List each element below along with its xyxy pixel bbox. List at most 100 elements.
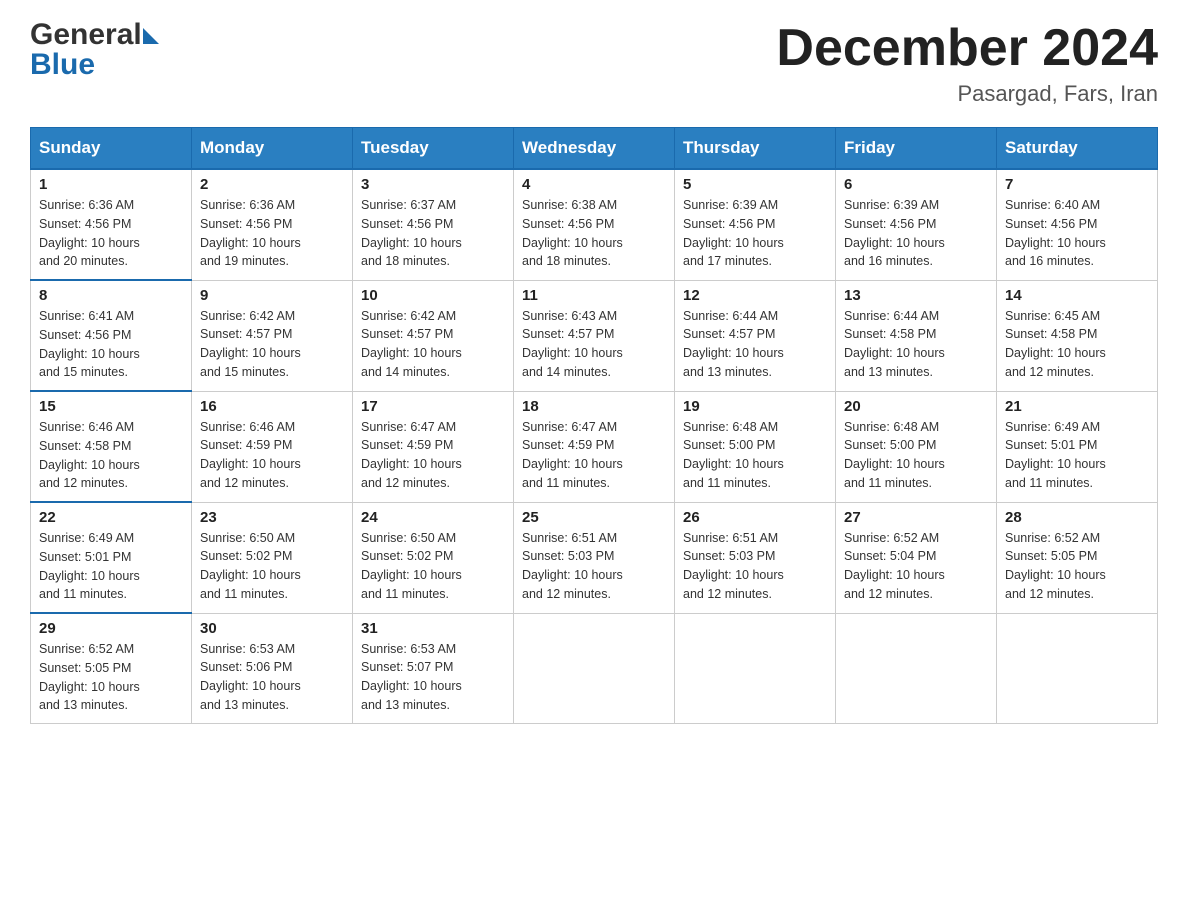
calendar-day-16: 16Sunrise: 6:46 AMSunset: 4:59 PMDayligh… [192, 391, 353, 502]
calendar-day-26: 26 Sunrise: 6:51 AMSunset: 5:03 PMDayligh… [675, 502, 836, 613]
calendar-day-7: 7 Sunrise: 6:40 AMSunset: 4:56 PMDaylight… [997, 169, 1158, 280]
day-number: 29 [39, 620, 183, 637]
day-number: 24 [361, 509, 505, 526]
calendar-day-8: 8Sunrise: 6:41 AMSunset: 4:56 PMDaylight… [31, 280, 192, 391]
calendar-day-6: 6Sunrise: 6:39 AMSunset: 4:56 PMDaylight… [836, 169, 997, 280]
month-title: December 2024 [776, 20, 1158, 77]
calendar-day-30: 30Sunrise: 6:53 AMSunset: 5:06 PMDayligh… [192, 613, 353, 724]
day-info: Sunrise: 6:49 AMSunset: 5:01 PMDaylight:… [39, 529, 183, 604]
calendar-table: SundayMondayTuesdayWednesdayThursdayFrid… [30, 127, 1158, 724]
logo-line1: General [30, 20, 159, 50]
calendar-week-row: 8Sunrise: 6:41 AMSunset: 4:56 PMDaylight… [31, 280, 1158, 391]
day-info: Sunrise: 6:37 AMSunset: 4:56 PMDaylight:… [361, 196, 505, 271]
day-number: 22 [39, 509, 183, 526]
day-info: Sunrise: 6:42 AMSunset: 4:57 PMDaylight:… [361, 307, 505, 382]
logo-blue-text: Blue [30, 50, 159, 80]
logo-general-text: General [30, 20, 142, 50]
day-info: Sunrise: 6:50 AMSunset: 5:02 PMDaylight:… [200, 529, 344, 604]
day-number: 13 [844, 287, 988, 304]
day-info: Sunrise: 6:49 AMSunset: 5:01 PMDaylight:… [1005, 418, 1149, 493]
calendar-day-25: 25 Sunrise: 6:51 AMSunset: 5:03 PMDayligh… [514, 502, 675, 613]
day-number: 25 [522, 509, 666, 526]
calendar-day-19: 19 Sunrise: 6:48 AMSunset: 5:00 PMDayligh… [675, 391, 836, 502]
day-info: Sunrise: 6:43 AMSunset: 4:57 PMDaylight:… [522, 307, 666, 382]
day-info: Sunrise: 6:46 AMSunset: 4:58 PMDaylight:… [39, 418, 183, 493]
day-info: Sunrise: 6:48 AMSunset: 5:00 PMDaylight:… [683, 418, 827, 493]
calendar-header-friday: Friday [836, 128, 997, 170]
calendar-day-4: 4Sunrise: 6:38 AMSunset: 4:56 PMDaylight… [514, 169, 675, 280]
day-info: Sunrise: 6:45 AMSunset: 4:58 PMDaylight:… [1005, 307, 1149, 382]
day-info: Sunrise: 6:36 AMSunset: 4:56 PMDaylight:… [200, 196, 344, 271]
day-number: 6 [844, 176, 988, 193]
calendar-day-22: 22 Sunrise: 6:49 AMSunset: 5:01 PMDayligh… [31, 502, 192, 613]
calendar-day-14: 14 Sunrise: 6:45 AMSunset: 4:58 PMDayligh… [997, 280, 1158, 391]
calendar-day-10: 10 Sunrise: 6:42 AMSunset: 4:57 PMDayligh… [353, 280, 514, 391]
day-info: Sunrise: 6:52 AMSunset: 5:05 PMDaylight:… [39, 640, 183, 715]
day-number: 15 [39, 398, 183, 415]
day-info: Sunrise: 6:41 AMSunset: 4:56 PMDaylight:… [39, 307, 183, 382]
calendar-week-row: 1 Sunrise: 6:36 AMSunset: 4:56 PMDaylight… [31, 169, 1158, 280]
day-number: 28 [1005, 509, 1149, 526]
calendar-empty-cell [836, 613, 997, 724]
calendar-empty-cell [997, 613, 1158, 724]
day-info: Sunrise: 6:36 AMSunset: 4:56 PMDaylight:… [39, 196, 183, 271]
day-number: 11 [522, 287, 666, 304]
day-info: Sunrise: 6:47 AMSunset: 4:59 PMDaylight:… [522, 418, 666, 493]
calendar-day-1: 1 Sunrise: 6:36 AMSunset: 4:56 PMDaylight… [31, 169, 192, 280]
day-number: 4 [522, 176, 666, 193]
day-number: 31 [361, 620, 505, 637]
day-info: Sunrise: 6:44 AMSunset: 4:58 PMDaylight:… [844, 307, 988, 382]
calendar-day-20: 20Sunrise: 6:48 AMSunset: 5:00 PMDayligh… [836, 391, 997, 502]
day-info: Sunrise: 6:52 AMSunset: 5:04 PMDaylight:… [844, 529, 988, 604]
day-info: Sunrise: 6:53 AMSunset: 5:06 PMDaylight:… [200, 640, 344, 715]
calendar-day-28: 28Sunrise: 6:52 AMSunset: 5:05 PMDayligh… [997, 502, 1158, 613]
calendar-header-wednesday: Wednesday [514, 128, 675, 170]
day-number: 14 [1005, 287, 1149, 304]
day-number: 26 [683, 509, 827, 526]
day-number: 23 [200, 509, 344, 526]
logo-triangle-icon [143, 28, 159, 44]
calendar-empty-cell [514, 613, 675, 724]
calendar-header-thursday: Thursday [675, 128, 836, 170]
calendar-header-row: SundayMondayTuesdayWednesdayThursdayFrid… [31, 128, 1158, 170]
day-number: 1 [39, 176, 183, 193]
day-number: 18 [522, 398, 666, 415]
day-number: 5 [683, 176, 827, 193]
calendar-day-24: 24 Sunrise: 6:50 AMSunset: 5:02 PMDayligh… [353, 502, 514, 613]
title-section: December 2024 Pasargad, Fars, Iran [776, 20, 1158, 107]
calendar-day-5: 5Sunrise: 6:39 AMSunset: 4:56 PMDaylight… [675, 169, 836, 280]
calendar-day-31: 31Sunrise: 6:53 AMSunset: 5:07 PMDayligh… [353, 613, 514, 724]
day-info: Sunrise: 6:46 AMSunset: 4:59 PMDaylight:… [200, 418, 344, 493]
day-info: Sunrise: 6:40 AMSunset: 4:56 PMDaylight:… [1005, 196, 1149, 271]
day-number: 7 [1005, 176, 1149, 193]
calendar-empty-cell [675, 613, 836, 724]
calendar-day-21: 21 Sunrise: 6:49 AMSunset: 5:01 PMDayligh… [997, 391, 1158, 502]
calendar-week-row: 29 Sunrise: 6:52 AMSunset: 5:05 PMDayligh… [31, 613, 1158, 724]
day-info: Sunrise: 6:51 AMSunset: 5:03 PMDaylight:… [522, 529, 666, 604]
logo: General Blue [30, 20, 159, 80]
calendar-day-9: 9 Sunrise: 6:42 AMSunset: 4:57 PMDaylight… [192, 280, 353, 391]
day-number: 9 [200, 287, 344, 304]
calendar-day-13: 13 Sunrise: 6:44 AMSunset: 4:58 PMDayligh… [836, 280, 997, 391]
day-number: 12 [683, 287, 827, 304]
location-text: Pasargad, Fars, Iran [776, 81, 1158, 107]
day-number: 19 [683, 398, 827, 415]
calendar-day-29: 29 Sunrise: 6:52 AMSunset: 5:05 PMDayligh… [31, 613, 192, 724]
calendar-day-3: 3 Sunrise: 6:37 AMSunset: 4:56 PMDaylight… [353, 169, 514, 280]
day-info: Sunrise: 6:51 AMSunset: 5:03 PMDaylight:… [683, 529, 827, 604]
day-info: Sunrise: 6:42 AMSunset: 4:57 PMDaylight:… [200, 307, 344, 382]
day-info: Sunrise: 6:44 AMSunset: 4:57 PMDaylight:… [683, 307, 827, 382]
calendar-day-11: 11 Sunrise: 6:43 AMSunset: 4:57 PMDayligh… [514, 280, 675, 391]
calendar-day-23: 23 Sunrise: 6:50 AMSunset: 5:02 PMDayligh… [192, 502, 353, 613]
calendar-header-monday: Monday [192, 128, 353, 170]
calendar-header-tuesday: Tuesday [353, 128, 514, 170]
calendar-week-row: 15 Sunrise: 6:46 AMSunset: 4:58 PMDayligh… [31, 391, 1158, 502]
day-number: 20 [844, 398, 988, 415]
day-number: 10 [361, 287, 505, 304]
day-number: 3 [361, 176, 505, 193]
calendar-day-27: 27 Sunrise: 6:52 AMSunset: 5:04 PMDayligh… [836, 502, 997, 613]
day-number: 27 [844, 509, 988, 526]
day-info: Sunrise: 6:50 AMSunset: 5:02 PMDaylight:… [361, 529, 505, 604]
calendar-day-15: 15 Sunrise: 6:46 AMSunset: 4:58 PMDayligh… [31, 391, 192, 502]
day-number: 21 [1005, 398, 1149, 415]
